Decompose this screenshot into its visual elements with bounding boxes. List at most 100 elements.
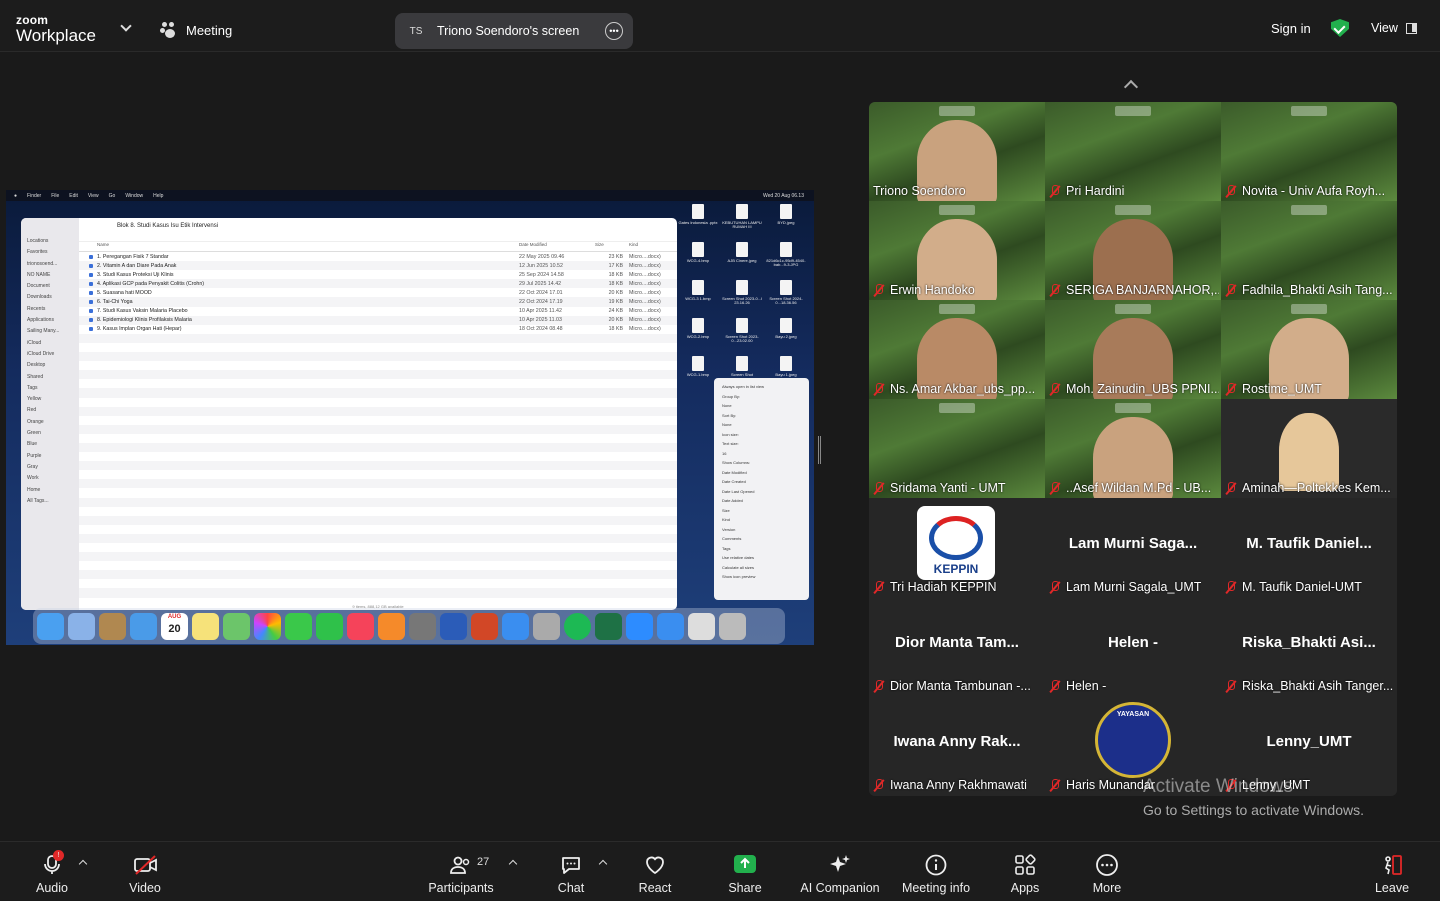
- finder-sidebar-item[interactable]: Green: [27, 430, 79, 441]
- file-row[interactable]: 9. Kasus Implan Organ Hati (Hepar) 18 Oct…: [79, 325, 677, 334]
- finder-sidebar-item[interactable]: All Tags...: [27, 498, 79, 509]
- view-option[interactable]: Group By:: [722, 394, 801, 404]
- finder-sidebar-item[interactable]: Sailing Many...: [27, 328, 79, 339]
- view-option[interactable]: Date Created: [722, 479, 801, 489]
- participant-tile[interactable]: KEPPIN Tri Hadiah KEPPIN: [869, 498, 1045, 597]
- finder-sidebar-item[interactable]: Gray: [27, 464, 79, 475]
- finder-sidebar-item[interactable]: Tags: [27, 385, 79, 396]
- view-option[interactable]: Size: [722, 508, 801, 518]
- apps-button[interactable]: Apps: [1007, 842, 1043, 901]
- share-button[interactable]: Share: [727, 842, 763, 901]
- participant-tile[interactable]: Erwin Handoko: [869, 201, 1045, 300]
- view-option[interactable]: Date Modified: [722, 470, 801, 480]
- desktop-file[interactable]: BYD.jpeg: [766, 204, 806, 236]
- view-option[interactable]: Date Added: [722, 498, 801, 508]
- desktop-file[interactable]: Screen Shot 2023-0...l 23.16.26: [722, 280, 762, 312]
- chevron-down-icon[interactable]: [120, 20, 132, 32]
- screen-share-pill[interactable]: TS Triono Soendoro's screen •••: [395, 13, 633, 49]
- chat-options-caret[interactable]: [598, 859, 608, 869]
- file-row[interactable]: 1. Peregangan Fisik 7 Standar 22 May 2025…: [79, 252, 677, 261]
- desktop-file[interactable]: Bayu 2.jpeg: [766, 318, 806, 350]
- desktop-file[interactable]: Screen Shot 2023-0...23.02.00: [722, 318, 762, 350]
- finder-sidebar-item[interactable]: iCloud Drive: [27, 351, 79, 362]
- finder-sidebar-item[interactable]: Document: [27, 283, 79, 294]
- leave-button[interactable]: Leave: [1374, 842, 1410, 901]
- participant-tile[interactable]: Aminah—Poltekkes Kem...: [1221, 399, 1397, 498]
- view-option[interactable]: Use relative dates: [722, 555, 801, 565]
- finder-sidebar-item[interactable]: Red: [27, 407, 79, 418]
- ai-companion-button[interactable]: AI Companion: [800, 842, 880, 901]
- desktop-file[interactable]: WCG-1.bmp: [678, 356, 718, 388]
- view-option[interactable]: Icon size:: [722, 432, 801, 442]
- view-option[interactable]: Show icon preview: [722, 574, 801, 584]
- participant-tile[interactable]: SERIGA BANJARNAHOR,...: [1045, 201, 1221, 300]
- view-option[interactable]: Show Columns:: [722, 460, 801, 470]
- view-option[interactable]: None: [722, 422, 801, 432]
- desktop-file[interactable]: Gates Indonesia .pptx: [678, 204, 718, 236]
- file-row[interactable]: 5. Suasana hati MOOD 22 Oct 2024 17.01 20 …: [79, 288, 677, 297]
- meeting-info-button[interactable]: Meeting info: [900, 842, 972, 901]
- finder-sidebar-item[interactable]: Locations: [27, 238, 79, 249]
- finder-sidebar-item[interactable]: Shared: [27, 374, 79, 385]
- view-option[interactable]: Comments: [722, 536, 801, 546]
- file-row[interactable]: 6. Tai-Chi Yoga 22 Oct 2024 17.19 19 KB Mic…: [79, 297, 677, 307]
- participant-tile[interactable]: Fadhila_Bhakti Asih Tang...: [1221, 201, 1397, 300]
- view-option[interactable]: Kind: [722, 517, 801, 527]
- audio-options-caret[interactable]: [78, 859, 88, 869]
- finder-sidebar-item[interactable]: Blue: [27, 441, 79, 452]
- desktop-file[interactable]: AJB Cinere.jpeg: [722, 242, 762, 274]
- view-option[interactable]: Tags: [722, 546, 801, 556]
- participant-tile[interactable]: Rostime_UMT: [1221, 300, 1397, 399]
- finder-sidebar-item[interactable]: Yellow: [27, 396, 79, 407]
- desktop-file[interactable]: KEBUTUHAN LAMPU RUMAH III: [722, 204, 762, 236]
- finder-sidebar-item[interactable]: Work: [27, 475, 79, 486]
- chevron-up-icon[interactable]: [1123, 79, 1139, 95]
- view-option[interactable]: Always open in list view: [722, 384, 801, 394]
- file-row[interactable]: 2. Vitamin A dan Diare Pada Anak 12 Jun 2…: [79, 261, 677, 271]
- sign-in-button[interactable]: Sign in: [1271, 21, 1311, 36]
- participant-tile[interactable]: Lam Murni Saga... Lam Murni Sagala_UMT: [1045, 498, 1221, 597]
- finder-sidebar-item[interactable]: trionosoend...: [27, 261, 79, 272]
- participant-tile[interactable]: Pri Hardini: [1045, 102, 1221, 201]
- video-button[interactable]: Video: [127, 842, 163, 901]
- participant-tile[interactable]: Novita - Univ Aufa Royh...: [1221, 102, 1397, 201]
- participants-button[interactable]: Participants: [426, 842, 496, 901]
- view-option[interactable]: Calculate all sizes: [722, 565, 801, 575]
- file-row[interactable]: 7. Studi Kasus Vaksin Malaria Placebo 10 …: [79, 307, 677, 316]
- participant-tile[interactable]: Triono Soendoro: [869, 102, 1045, 201]
- finder-sidebar-item[interactable]: Favorites: [27, 249, 79, 260]
- finder-sidebar-item[interactable]: iCloud: [27, 340, 79, 351]
- participant-tile[interactable]: Dior Manta Tam... Dior Manta Tambunan -..…: [869, 597, 1045, 696]
- finder-sidebar-item[interactable]: Recents: [27, 306, 79, 317]
- chat-button[interactable]: Chat: [553, 842, 589, 901]
- view-option[interactable]: 16: [722, 451, 801, 461]
- meeting-menu[interactable]: Meeting: [160, 22, 232, 38]
- participant-tile[interactable]: M. Taufik Daniel... M. Taufik Daniel-UMT: [1221, 498, 1397, 597]
- participant-tile[interactable]: Riska_Bhakti Asi... Riska_Bhakti Asih Tan…: [1221, 597, 1397, 696]
- finder-sidebar-item[interactable]: Applications: [27, 317, 79, 328]
- participant-tile[interactable]: Helen - Helen -: [1045, 597, 1221, 696]
- participant-tile[interactable]: Moh. Zainudin_UBS PPNI...: [1045, 300, 1221, 399]
- shield-check-icon[interactable]: [1331, 19, 1349, 37]
- audio-button[interactable]: ! Audio: [34, 842, 70, 901]
- participants-options-caret[interactable]: [508, 859, 518, 869]
- participant-tile[interactable]: Sridama Yanti - UMT: [869, 399, 1045, 498]
- desktop-file[interactable]: Screen Shot 2024-0...18.36.56: [766, 280, 806, 312]
- finder-sidebar-item[interactable]: Orange: [27, 419, 79, 430]
- file-row[interactable]: 3. Studi Kasus Proteksi Uji Klinis 25 Sep…: [79, 270, 677, 279]
- finder-sidebar-item[interactable]: Downloads: [27, 294, 79, 305]
- finder-sidebar-item[interactable]: NO NAME: [27, 272, 79, 283]
- view-option[interactable]: Text size:: [722, 441, 801, 451]
- finder-sidebar-item[interactable]: Desktop: [27, 362, 79, 373]
- desktop-file[interactable]: WCG-2.bmp: [678, 318, 718, 350]
- more-options-icon[interactable]: •••: [605, 22, 623, 40]
- participant-tile[interactable]: ..Asef Wildan M.Pd - UB...: [1045, 399, 1221, 498]
- view-option[interactable]: Version: [722, 527, 801, 537]
- desktop-file[interactable]: WCG-3 1.bmp: [678, 280, 718, 312]
- finder-sidebar-item[interactable]: Home: [27, 487, 79, 498]
- view-button[interactable]: View: [1371, 21, 1417, 35]
- file-row[interactable]: 8. Epidemiologi Klinis Profilaksis Malar…: [79, 315, 677, 325]
- participant-tile[interactable]: Ns. Amar Akbar_ubs_pp...: [869, 300, 1045, 399]
- view-option[interactable]: None: [722, 403, 801, 413]
- participant-tile[interactable]: Iwana Anny Rak... Iwana Anny Rakhmawati: [869, 696, 1045, 795]
